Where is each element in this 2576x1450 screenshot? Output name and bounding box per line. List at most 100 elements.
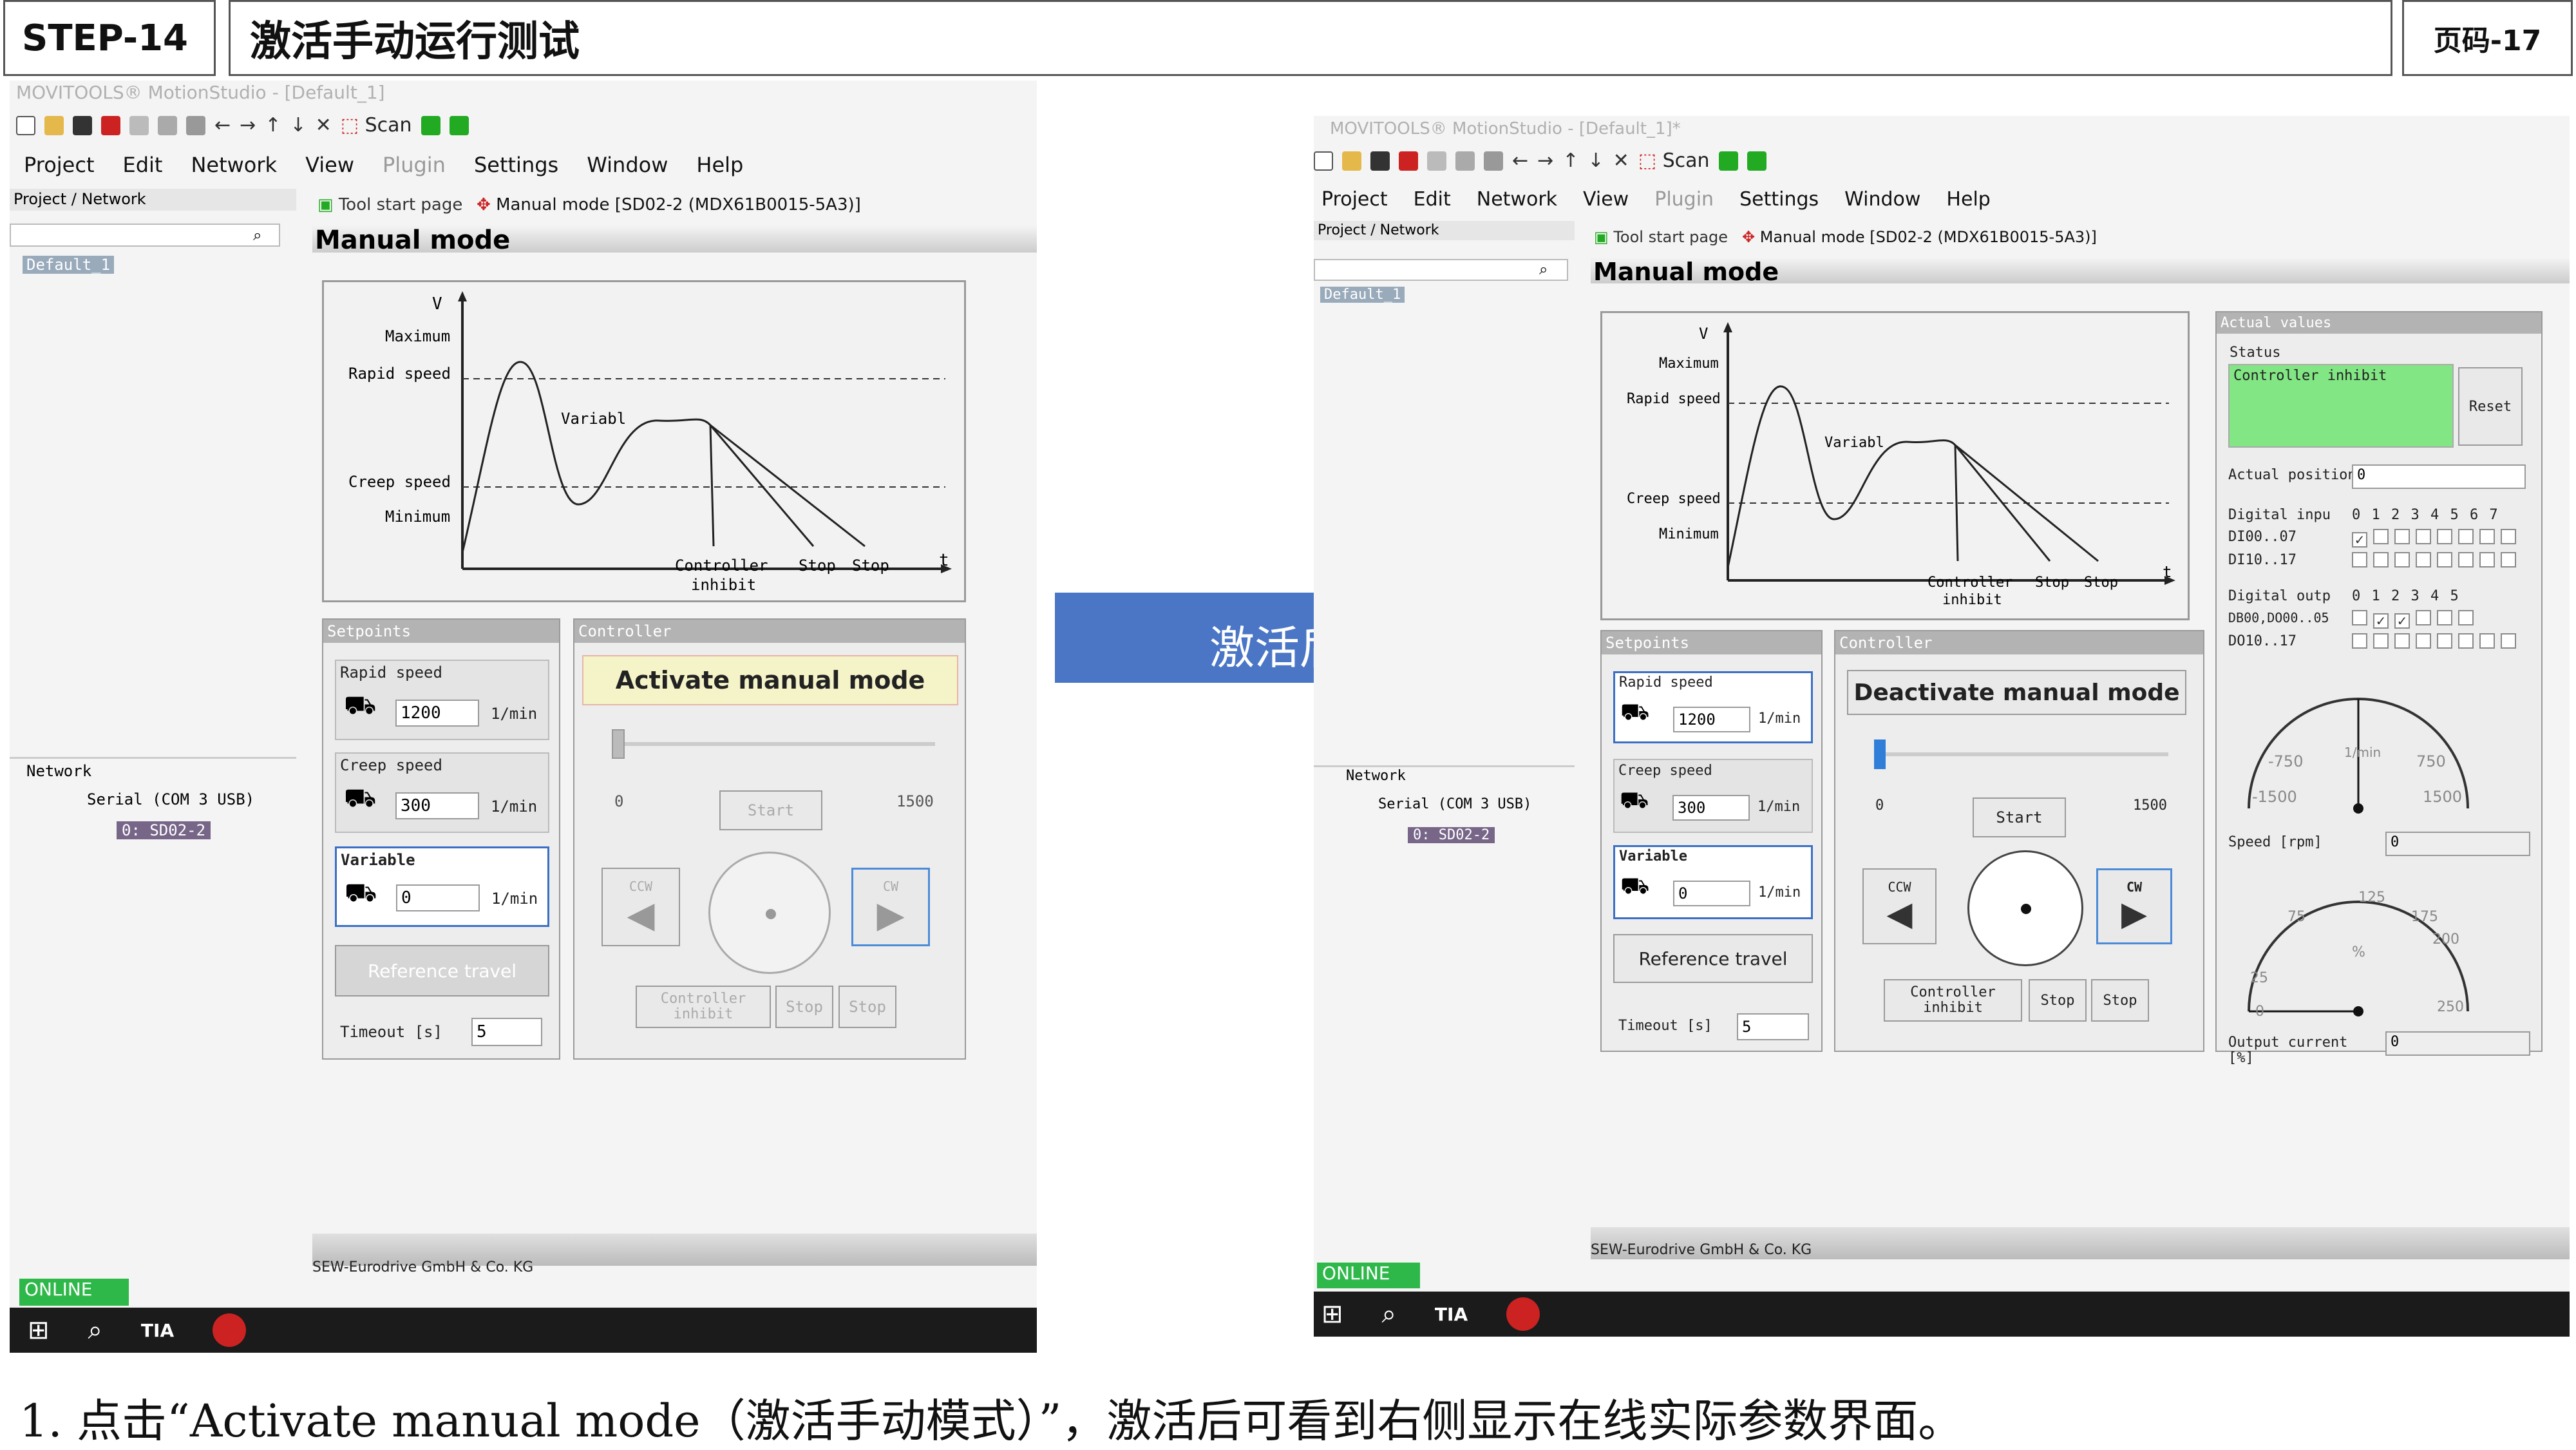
motionstudio-icon[interactable] [213, 1313, 247, 1347]
upload-icon[interactable] [421, 115, 440, 135]
window-title: MOVITOOLS® MotionStudio - [Default_1] [16, 82, 385, 103]
menu-view[interactable]: View [305, 153, 354, 177]
deactivate-manual-mode-button[interactable]: Deactivate manual mode [1847, 670, 2186, 715]
search-icon[interactable]: ⌕ [88, 1315, 102, 1345]
search-icon[interactable]: ⌕ [1382, 1299, 1396, 1329]
device-item[interactable]: 0: SD02-2 [117, 821, 211, 839]
menu-view[interactable]: View [1583, 188, 1629, 211]
menu-edit[interactable]: Edit [1414, 188, 1451, 211]
stop-button-2[interactable]: Stop [2091, 979, 2149, 1022]
open-icon[interactable] [44, 115, 64, 135]
creep-speed-input[interactable] [395, 792, 479, 819]
tab-tool-start[interactable]: ▣ Tool start page [317, 195, 462, 215]
close-icon[interactable]: ✕ [316, 114, 332, 137]
device-icon[interactable] [101, 115, 120, 135]
grid-icon[interactable] [186, 115, 205, 135]
tree-root[interactable]: Default_1 [1320, 287, 1405, 303]
down-arrow-icon[interactable]: ↓ [290, 114, 306, 137]
search-icon[interactable]: ⌕ [253, 226, 261, 244]
download-icon[interactable] [1747, 151, 1766, 171]
activate-manual-mode-button[interactable]: Activate manual mode [582, 655, 958, 705]
scan-button[interactable]: ⬚ Scan [341, 114, 412, 137]
up-arrow-icon[interactable]: ↑ [265, 114, 281, 137]
tab-manual-mode[interactable]: ✥ Manual mode [SD02-2 (MDX61B0015-5A3)] [1742, 228, 2097, 246]
new-icon[interactable] [16, 115, 35, 135]
controller-inhibit-button[interactable]: Controller inhibit [636, 986, 771, 1028]
menu-help[interactable]: Help [696, 153, 743, 177]
reference-travel-button[interactable]: Reference travel [1613, 934, 1813, 983]
speed-slider-thumb[interactable] [1874, 739, 1886, 769]
search-icon[interactable]: ⌕ [1539, 260, 1548, 278]
open-icon[interactable] [1342, 151, 1361, 171]
cw-button[interactable]: CW ▶ [851, 868, 930, 946]
menu-edit[interactable]: Edit [122, 153, 162, 177]
tia-portal-icon[interactable]: TIA [1435, 1304, 1468, 1325]
variable-input[interactable] [396, 884, 480, 911]
tree-root[interactable]: Default_1 [23, 256, 115, 274]
jog-dial[interactable] [1967, 850, 2083, 966]
copy-icon[interactable] [158, 115, 177, 135]
stop-button-1[interactable]: Stop [2029, 979, 2087, 1022]
menu-help[interactable]: Help [1946, 188, 1990, 211]
rapid-speed-input[interactable] [1673, 707, 1750, 732]
speed-slider-track[interactable] [1875, 752, 2168, 756]
left-arrow-icon[interactable]: ← [1512, 149, 1528, 172]
up-arrow-icon[interactable]: ↑ [1562, 149, 1578, 172]
serial-item[interactable]: Serial (COM 3 USB) [1378, 796, 1531, 812]
menu-network[interactable]: Network [1477, 188, 1557, 211]
menu-settings[interactable]: Settings [474, 153, 558, 177]
scan-button[interactable]: ⬚ Scan [1638, 149, 1710, 172]
right-arrow-icon[interactable]: → [240, 114, 256, 137]
start-button[interactable]: Start [1973, 797, 2066, 837]
menu-settings[interactable]: Settings [1739, 188, 1819, 211]
reset-button[interactable]: Reset [2458, 367, 2523, 446]
speed-slider-thumb[interactable] [612, 729, 625, 759]
timeout-input[interactable] [471, 1018, 542, 1046]
motionstudio-icon[interactable] [1506, 1297, 1540, 1331]
speed-slider-track[interactable] [613, 742, 935, 746]
menu-plugin[interactable]: Plugin [1654, 188, 1714, 211]
ccw-button[interactable]: CCW ◀ [601, 868, 680, 946]
ccw-button[interactable]: CCW ◀ [1862, 868, 1937, 944]
windows-start-icon[interactable]: ⊞ [28, 1315, 50, 1345]
device-item[interactable]: 0: SD02-2 [1408, 827, 1495, 843]
windows-start-icon[interactable]: ⊞ [1321, 1299, 1343, 1329]
tab-tool-start[interactable]: ▣ Tool start page [1594, 228, 1728, 246]
menu-window[interactable]: Window [587, 153, 668, 177]
cw-button[interactable]: CW ▶ [2096, 868, 2172, 944]
reference-travel-button[interactable]: Reference travel [335, 945, 549, 997]
folder-icon[interactable] [129, 115, 149, 135]
tia-portal-icon[interactable]: TIA [141, 1320, 174, 1341]
project-search-input[interactable] [1314, 259, 1568, 281]
left-arrow-icon[interactable]: ← [214, 114, 231, 137]
tab-manual-mode[interactable]: ✥ Manual mode [SD02-2 (MDX61B0015-5A3)] [477, 195, 861, 215]
copy-icon[interactable] [1455, 151, 1475, 171]
menu-plugin[interactable]: Plugin [383, 153, 446, 177]
variable-input[interactable] [1673, 881, 1750, 906]
new-icon[interactable] [1314, 151, 1333, 171]
menu-window[interactable]: Window [1844, 188, 1920, 211]
menu-project[interactable]: Project [1321, 188, 1388, 211]
download-icon[interactable] [449, 115, 469, 135]
start-button[interactable]: Start [719, 790, 822, 830]
controller-inhibit-button[interactable]: Controller inhibit [1884, 979, 2022, 1022]
down-arrow-icon[interactable]: ↓ [1587, 149, 1604, 172]
upload-icon[interactable] [1718, 151, 1738, 171]
device-icon[interactable] [1399, 151, 1418, 171]
jog-dial[interactable] [708, 852, 831, 974]
save-icon[interactable] [73, 115, 92, 135]
timeout-input[interactable] [1737, 1013, 1809, 1040]
folder-icon[interactable] [1427, 151, 1446, 171]
grid-icon[interactable] [1484, 151, 1503, 171]
serial-item[interactable]: Serial (COM 3 USB) [87, 790, 254, 808]
rapid-speed-input[interactable] [395, 700, 479, 727]
menu-network[interactable]: Network [191, 153, 277, 177]
stop-button-1[interactable]: Stop [775, 986, 833, 1028]
close-icon[interactable]: ✕ [1613, 149, 1629, 172]
right-arrow-icon[interactable]: → [1537, 149, 1553, 172]
menu-project[interactable]: Project [24, 153, 94, 177]
stop-button-2[interactable]: Stop [838, 986, 896, 1028]
project-search-input[interactable] [10, 224, 280, 247]
creep-speed-input[interactable] [1672, 795, 1750, 821]
save-icon[interactable] [1370, 151, 1390, 171]
